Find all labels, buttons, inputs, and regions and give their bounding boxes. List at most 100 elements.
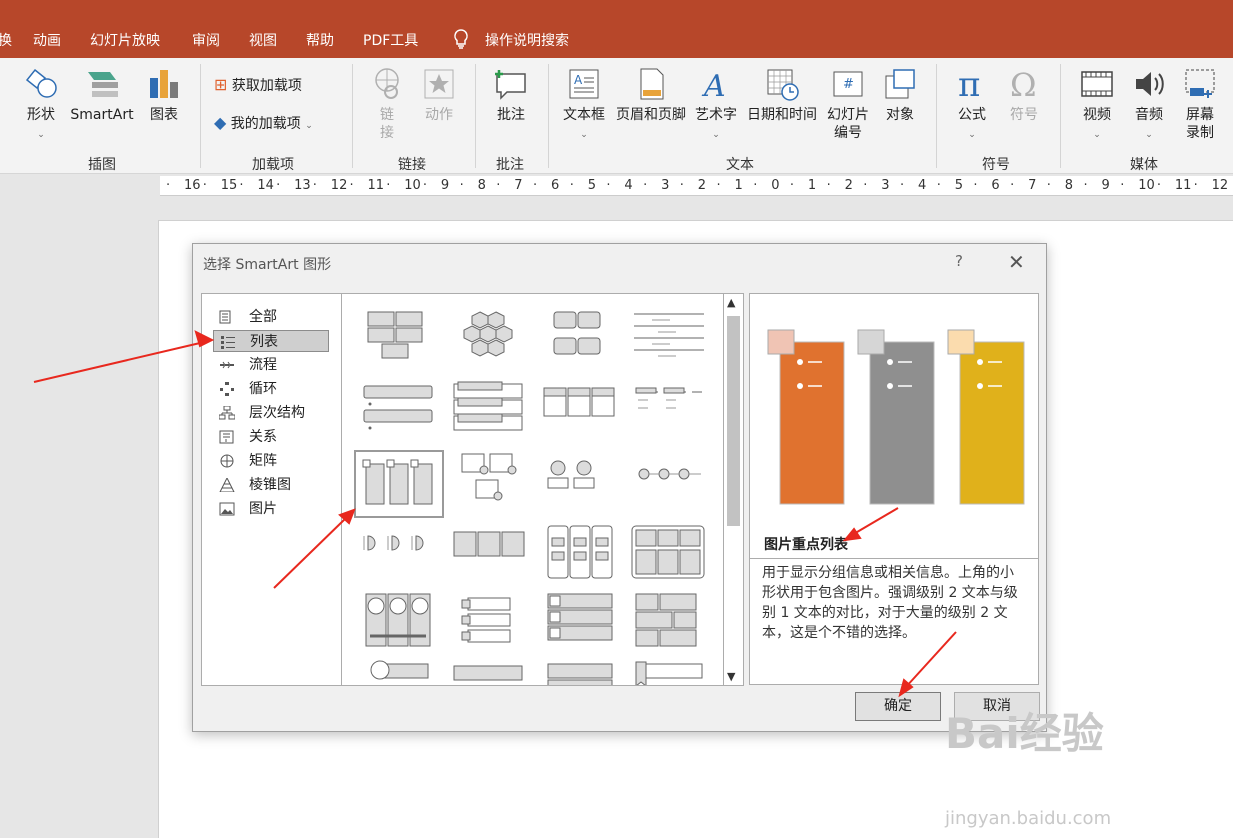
- header-footer-button[interactable]: 页眉和页脚: [611, 66, 691, 124]
- ruler-minor-tick: ·: [826, 178, 831, 193]
- audio-button[interactable]: 音频 ⌄: [1127, 66, 1171, 144]
- layout-thumbnail[interactable]: [352, 658, 442, 685]
- layout-thumbnail[interactable]: [532, 378, 622, 446]
- header-footer-label: 页眉和页脚: [616, 107, 686, 123]
- gallery-scrollbar[interactable]: ▲ ▼: [724, 293, 744, 686]
- category-relationship[interactable]: 关系: [213, 426, 329, 448]
- ruler-tick-label: 4: [624, 178, 633, 193]
- menu-bar: 换 动画 幻灯片放映 审阅 视图 帮助 PDF工具 操作说明搜索: [0, 10, 1233, 58]
- textbox-label: 文本框: [563, 107, 605, 123]
- menu-item-transitions[interactable]: 换: [0, 30, 12, 50]
- layout-thumbnail[interactable]: [352, 378, 442, 446]
- layout-thumbnail[interactable]: [352, 306, 442, 374]
- layout-thumbnail[interactable]: [442, 378, 532, 446]
- layout-thumbnail[interactable]: [622, 590, 712, 658]
- close-icon[interactable]: ✕: [1008, 250, 1025, 274]
- menu-item-slideshow[interactable]: 幻灯片放映: [90, 30, 160, 50]
- layout-thumbnail[interactable]: [622, 522, 712, 590]
- screen-record-button[interactable]: 屏幕 录制: [1180, 66, 1220, 142]
- layout-thumbnail[interactable]: [442, 450, 532, 518]
- link-button[interactable]: 链 接: [366, 66, 408, 142]
- get-addins-button[interactable]: ⊞ 获取加载项: [214, 76, 334, 95]
- scrollbar-thumb[interactable]: [727, 316, 740, 526]
- layout-thumbnail[interactable]: [442, 522, 532, 590]
- star-icon: [421, 66, 457, 102]
- chart-button[interactable]: 图表: [144, 66, 184, 124]
- help-button[interactable]: ?: [955, 252, 963, 270]
- group-separator: [936, 64, 937, 168]
- ruler-minor-tick: ·: [606, 178, 611, 193]
- layout-thumbnail[interactable]: [622, 378, 712, 446]
- shapes-button[interactable]: 形状 ⌄: [20, 66, 62, 144]
- wordart-button[interactable]: A 艺术字 ⌄: [693, 66, 739, 144]
- scroll-up-icon[interactable]: ▲: [727, 296, 735, 309]
- object-button[interactable]: 对象: [878, 66, 922, 124]
- menu-item-pdf-tools[interactable]: PDF工具: [363, 30, 418, 50]
- layout-thumbnail[interactable]: [442, 590, 532, 658]
- layout-name: 图片重点列表: [764, 537, 848, 553]
- layout-thumbnail[interactable]: [352, 590, 442, 658]
- smartart-icon: [84, 66, 120, 102]
- slide-number-icon: #: [830, 66, 866, 102]
- cycle-icon: [220, 382, 234, 396]
- layout-thumbnail[interactable]: [622, 306, 712, 374]
- layout-thumbnail[interactable]: [442, 306, 532, 374]
- category-list-item[interactable]: 列表: [213, 330, 329, 352]
- datetime-button[interactable]: 日期和时间: [743, 66, 821, 124]
- ruler-minor-tick: ·: [422, 178, 428, 193]
- category-picture[interactable]: 图片: [213, 498, 329, 520]
- ruler-tick-label: 0: [771, 178, 780, 193]
- speaker-icon: [1131, 66, 1167, 102]
- equation-button[interactable]: π 公式 ⌄: [950, 65, 994, 144]
- lightbulb-icon: [452, 28, 470, 54]
- process-icon: [220, 361, 234, 369]
- category-all[interactable]: 全部: [213, 306, 329, 328]
- layout-gallery: [342, 293, 724, 686]
- layout-thumbnail[interactable]: [352, 522, 442, 590]
- symbol-button[interactable]: Ω 符号: [1002, 66, 1046, 124]
- textbox-icon: A: [566, 66, 602, 102]
- shapes-label: 形状: [27, 107, 55, 123]
- ruler-tick-label: 5: [954, 178, 963, 193]
- my-addins-label: 我的加载项: [230, 116, 301, 132]
- ruler-minor-tick: ·: [900, 178, 905, 193]
- my-addins-button[interactable]: ◆ 我的加载项 ⌄: [214, 114, 344, 135]
- menu-item-animations[interactable]: 动画: [33, 30, 61, 50]
- ruler-tick-label: 4: [918, 178, 927, 193]
- layout-thumbnail-picture-accent-list[interactable]: [354, 450, 444, 518]
- category-hierarchy[interactable]: 层次结构: [213, 402, 329, 424]
- category-process[interactable]: 流程: [213, 354, 329, 376]
- menu-item-view[interactable]: 视图: [249, 30, 277, 50]
- ruler-tick-label: 2: [697, 178, 707, 193]
- layout-thumbnail[interactable]: [532, 450, 622, 518]
- group-separator: [1060, 64, 1061, 168]
- smartart-button[interactable]: SmartArt: [66, 66, 138, 124]
- title-bar: [0, 0, 1233, 10]
- tell-me-search[interactable]: 操作说明搜索: [485, 30, 569, 50]
- layout-thumbnail[interactable]: [442, 658, 532, 685]
- menu-item-review[interactable]: 审阅: [192, 30, 220, 50]
- action-button[interactable]: 动作: [418, 66, 460, 124]
- ruler-minor-tick: ·: [1156, 178, 1162, 193]
- ok-button[interactable]: 确定: [855, 692, 941, 721]
- category-cycle[interactable]: 循环: [213, 378, 329, 400]
- layout-thumbnail[interactable]: [622, 450, 712, 518]
- preview-bullet: [977, 383, 983, 389]
- slide-number-button[interactable]: # 幻灯片 编号: [824, 66, 872, 142]
- menu-item-help[interactable]: 帮助: [306, 30, 334, 50]
- layout-thumbnail[interactable]: [622, 658, 712, 685]
- category-pyramid[interactable]: 棱锥图: [213, 474, 329, 496]
- layout-thumbnail[interactable]: [532, 590, 622, 658]
- layout-thumbnail[interactable]: [532, 522, 622, 590]
- comment-button[interactable]: 批注: [489, 66, 533, 124]
- ruler-tick-label: 6: [991, 178, 1000, 193]
- layout-thumbnail[interactable]: [532, 306, 622, 374]
- category-matrix[interactable]: 矩阵: [213, 450, 329, 472]
- scroll-down-icon[interactable]: ▼: [727, 670, 735, 683]
- textbox-button[interactable]: A 文本框 ⌄: [560, 66, 608, 144]
- video-button[interactable]: 视频 ⌄: [1075, 66, 1119, 144]
- ruler-minor-tick: ·: [276, 178, 281, 193]
- ruler-minor-tick: ·: [202, 178, 207, 193]
- layout-thumbnail[interactable]: [532, 658, 622, 685]
- calendar-clock-icon: [764, 66, 800, 102]
